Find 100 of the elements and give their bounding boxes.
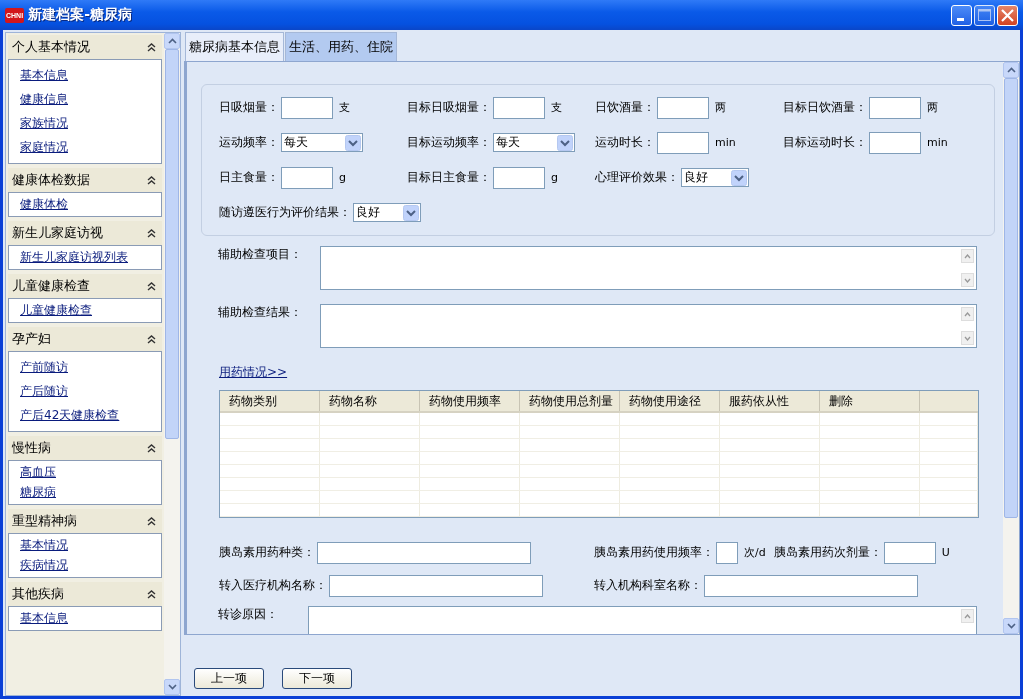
scrollbar[interactable] <box>164 33 180 695</box>
input-field[interactable] <box>869 131 921 154</box>
field-label: 胰岛素用药次剂量： <box>773 544 882 561</box>
column-header[interactable]: 服药依从性 <box>720 391 820 411</box>
collapse-icon <box>147 228 156 238</box>
column-header[interactable]: 删除 <box>820 391 920 411</box>
collapse-icon <box>147 42 156 52</box>
scroll-down-icon[interactable] <box>1003 618 1019 634</box>
sidebar-link[interactable]: 健康信息 <box>20 92 161 107</box>
field-label: 随访遵医行为评价结果： <box>219 204 351 221</box>
unit-label: 两 <box>927 100 938 115</box>
scroll-up-icon[interactable] <box>961 609 974 623</box>
group-header[interactable]: 其他疾病 <box>8 582 162 606</box>
minimize-button[interactable] <box>951 4 972 26</box>
sidebar-link[interactable]: 疾病情况 <box>20 558 161 573</box>
sidebar-link[interactable]: 家庭情况 <box>20 140 161 155</box>
column-header[interactable]: 药物使用总剂量 <box>520 391 620 411</box>
unit-label: g <box>551 171 558 184</box>
tab[interactable]: 糖尿病基本信息 <box>185 32 284 61</box>
scroll-up-icon[interactable] <box>164 33 180 49</box>
column-header[interactable]: 药物使用频率 <box>420 391 520 411</box>
sidebar-link[interactable]: 家族情况 <box>20 116 161 131</box>
minimize-icon <box>957 17 964 21</box>
scroll-down-icon[interactable] <box>961 273 974 287</box>
sidebar-link[interactable]: 产前随访 <box>20 360 161 375</box>
sidebar-link[interactable]: 健康体检 <box>20 197 161 212</box>
input-field[interactable] <box>869 96 921 119</box>
scroll-thumb[interactable] <box>165 49 179 439</box>
scroll-up-icon[interactable] <box>961 307 974 321</box>
dropdown[interactable]: 每天 <box>493 133 575 152</box>
dropdown[interactable]: 良好 <box>681 168 749 187</box>
nav-button[interactable]: 下一项 <box>282 668 352 689</box>
field-label: 目标日饮酒量： <box>783 99 867 116</box>
collapse-icon <box>147 334 156 344</box>
input-field[interactable] <box>493 166 545 189</box>
collapse-icon <box>147 589 156 599</box>
input-field[interactable] <box>716 541 738 564</box>
group-header[interactable]: 儿童健康检查 <box>8 274 162 298</box>
sidebar-link[interactable]: 基本情况 <box>20 538 161 553</box>
collapse-icon <box>147 175 156 185</box>
input-field[interactable] <box>317 541 531 564</box>
input-field[interactable] <box>281 96 333 119</box>
maximize-button[interactable] <box>974 4 995 26</box>
dropdown[interactable]: 良好 <box>353 203 421 222</box>
input-field[interactable] <box>281 166 333 189</box>
group-header[interactable]: 健康体检数据 <box>8 168 162 192</box>
scroll-thumb[interactable] <box>1004 78 1018 518</box>
medication-link[interactable]: 用药情况>> <box>219 364 288 381</box>
scrollbar[interactable] <box>1003 62 1019 634</box>
field-label: 胰岛素用药种类： <box>219 544 315 561</box>
sidebar-link[interactable]: 基本信息 <box>20 68 161 83</box>
column-header[interactable]: 药物类别 <box>220 391 320 411</box>
unit-label: 次/d <box>744 545 766 560</box>
group-header[interactable]: 孕产妇 <box>8 327 162 351</box>
tab[interactable]: 生活、用药、住院 <box>285 32 397 61</box>
column-header[interactable]: 药物使用途径 <box>620 391 720 411</box>
sidebar-link[interactable]: 儿童健康检查 <box>20 303 161 318</box>
field-label: 日吸烟量： <box>219 99 279 116</box>
field-label: 日饮酒量： <box>595 99 655 116</box>
input-field[interactable] <box>883 541 936 564</box>
scroll-up-icon[interactable] <box>961 249 974 263</box>
group-header[interactable]: 慢性病 <box>8 436 162 460</box>
input-field[interactable] <box>657 131 709 154</box>
sidebar-link[interactable]: 高血压 <box>20 465 161 480</box>
close-button[interactable] <box>997 4 1018 26</box>
nav-button[interactable]: 上一项 <box>194 668 264 689</box>
text-area[interactable] <box>320 246 977 290</box>
field-label: 胰岛素用药使用频率： <box>594 544 714 561</box>
field-label: 目标日主食量： <box>407 169 491 186</box>
field-label: 运动频率： <box>219 134 279 151</box>
unit-label: min <box>927 136 948 149</box>
sidebar-link[interactable]: 基本信息 <box>20 611 161 626</box>
group-header[interactable]: 个人基本情况 <box>8 35 162 59</box>
dropdown[interactable]: 每天 <box>281 133 363 152</box>
field-label: 运动时长： <box>595 134 655 151</box>
input-field[interactable] <box>493 96 545 119</box>
scroll-down-icon[interactable] <box>961 331 974 345</box>
close-icon <box>1001 8 1014 22</box>
input-field[interactable] <box>704 574 918 597</box>
field-label: 目标运动时长： <box>783 134 867 151</box>
field-label: 辅助检查项目： <box>218 246 303 263</box>
collapse-icon <box>147 443 156 453</box>
field-label: 转入医疗机构名称： <box>219 577 327 594</box>
group-header[interactable]: 新生儿家庭访视 <box>8 221 162 245</box>
input-field[interactable] <box>329 574 543 597</box>
field-label: 目标运动频率： <box>407 134 491 151</box>
unit-label: 支 <box>551 100 562 115</box>
window-title: 新建档案-糖尿病 <box>28 6 132 24</box>
text-area[interactable] <box>320 304 977 348</box>
sidebar-link[interactable]: 产后42天健康检查 <box>20 408 161 423</box>
column-header[interactable]: 药物名称 <box>320 391 420 411</box>
sidebar-link[interactable]: 糖尿病 <box>20 485 161 500</box>
sidebar-link[interactable]: 新生儿家庭访视列表 <box>20 250 161 265</box>
unit-label: U <box>941 546 950 559</box>
input-field[interactable] <box>657 96 709 119</box>
scroll-up-icon[interactable] <box>1003 62 1019 78</box>
sidebar-link[interactable]: 产后随访 <box>20 384 161 399</box>
scroll-down-icon[interactable] <box>164 679 180 695</box>
collapse-icon <box>147 516 156 526</box>
group-header[interactable]: 重型精神病 <box>8 509 162 533</box>
